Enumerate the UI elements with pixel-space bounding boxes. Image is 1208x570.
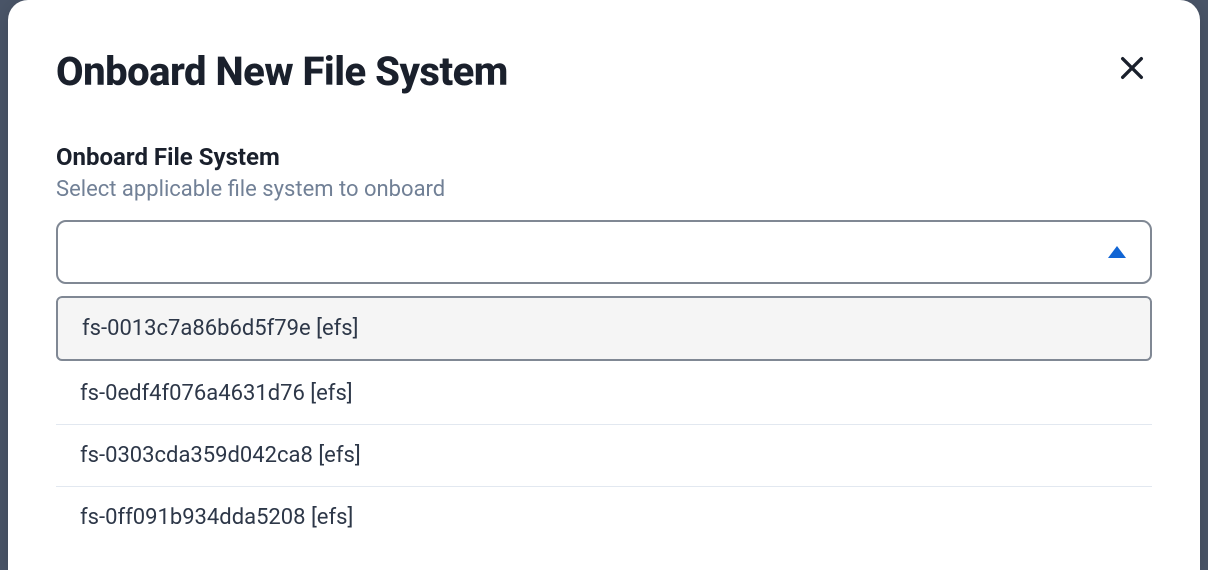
section-helper: Select applicable file system to onboard <box>56 177 1152 202</box>
filesystem-dropdown: fs-0013c7a86b6d5f79e [efs]fs-0edf4f076a4… <box>56 296 1152 548</box>
close-button[interactable] <box>1112 48 1152 88</box>
section-label: Onboard File System <box>56 143 1152 171</box>
dropdown-option[interactable]: fs-0303cda359d042ca8 [efs] <box>56 425 1152 487</box>
filesystem-select-section: Onboard File System Select applicable fi… <box>56 143 1152 548</box>
filesystem-select[interactable] <box>56 220 1152 284</box>
onboard-modal: Onboard New File System Onboard File Sys… <box>8 0 1200 570</box>
close-icon <box>1116 52 1148 84</box>
modal-header: Onboard New File System <box>56 48 1152 95</box>
chevron-up-icon <box>1108 246 1126 258</box>
dropdown-option[interactable]: fs-0edf4f076a4631d76 [efs] <box>56 363 1152 425</box>
dropdown-option[interactable]: fs-0ff091b934dda5208 [efs] <box>56 487 1152 548</box>
modal-title: Onboard New File System <box>56 48 508 95</box>
dropdown-option[interactable]: fs-0013c7a86b6d5f79e [efs] <box>56 296 1152 361</box>
